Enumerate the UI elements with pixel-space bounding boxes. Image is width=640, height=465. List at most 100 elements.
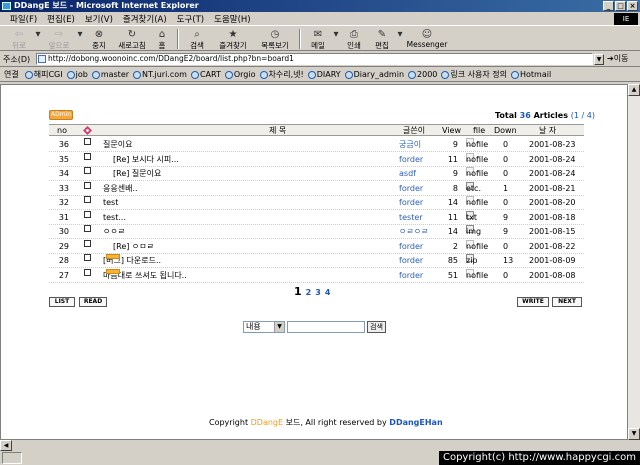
- header-down: Down: [494, 126, 517, 135]
- forward-arrow-icon: ⇨: [54, 28, 64, 40]
- link-item[interactable]: Diary_admin: [344, 70, 404, 79]
- post-date: 2001-08-20: [529, 198, 576, 207]
- row-checkbox[interactable]: [84, 268, 91, 276]
- mail-button[interactable]: ✉ 메일: [304, 27, 332, 51]
- menu-tools[interactable]: 도구(T): [177, 13, 204, 25]
- row-checkbox[interactable]: [84, 196, 91, 203]
- forward-button[interactable]: ⇨ 앞으로: [42, 27, 76, 51]
- ie-page-icon: [259, 70, 268, 79]
- link-item[interactable]: 링크 사용자 정의: [441, 69, 507, 80]
- writer-link[interactable]: forder: [399, 269, 423, 282]
- minimize-button[interactable]: _: [603, 1, 614, 11]
- admin-button[interactable]: ADmin: [49, 110, 73, 120]
- link-item[interactable]: job: [66, 70, 88, 79]
- view-count: 9: [452, 140, 458, 149]
- list-button[interactable]: LIST: [49, 297, 75, 307]
- search-button[interactable]: ⌕ 검색: [182, 27, 212, 51]
- row-checkbox[interactable]: [84, 239, 91, 247]
- row-number: 27: [58, 270, 69, 280]
- menu-favorites[interactable]: 즐겨찾기(A): [123, 13, 167, 25]
- address-dropdown[interactable]: ▼: [594, 54, 604, 65]
- view-count: 8: [452, 183, 458, 193]
- row-number: 33: [58, 183, 69, 193]
- link-item[interactable]: DIARY: [307, 70, 341, 79]
- writer-link[interactable]: forder: [399, 182, 423, 195]
- row-checkbox[interactable]: [84, 254, 91, 261]
- search-icon: ⌕: [194, 28, 200, 40]
- link-item[interactable]: 2000: [408, 70, 437, 79]
- mail-icon: ✉: [313, 28, 323, 40]
- link-item[interactable]: CART: [190, 70, 221, 79]
- next-button[interactable]: NEXT: [552, 297, 582, 307]
- history-button[interactable]: ◷ 목록보기: [254, 27, 296, 51]
- view-count: 2: [452, 241, 458, 251]
- close-button[interactable]: ×: [627, 1, 638, 11]
- header-writer: 글쓴이: [403, 126, 426, 135]
- select-all-diamond-icon[interactable]: [83, 126, 92, 135]
- vertical-scrollbar[interactable]: ▲ ▼: [628, 84, 640, 440]
- scroll-up-button[interactable]: ▲: [628, 84, 640, 96]
- writer-link[interactable]: forder: [399, 240, 423, 253]
- post-date: 2001-08-15: [529, 227, 576, 236]
- menu-file[interactable]: 파일(F): [10, 13, 37, 25]
- scroll-left-button[interactable]: ◀: [0, 440, 12, 451]
- messenger-button[interactable]: ☺ Messenger: [404, 27, 450, 51]
- page-link[interactable]: 3: [315, 288, 321, 297]
- back-dropdown[interactable]: ▾: [34, 27, 42, 51]
- link-item[interactable]: NT.juri.com: [133, 70, 187, 79]
- table-header: no 제 목 글쓴이 View file Down 날 자: [49, 124, 584, 136]
- search-submit-button[interactable]: 검색: [367, 321, 386, 333]
- link-item[interactable]: Hotmail: [510, 70, 551, 79]
- menu-help[interactable]: 도움말(H): [214, 13, 250, 25]
- address-input[interactable]: http://dobong.woonoinc.com/DDangE2/board…: [36, 53, 593, 65]
- page-link[interactable]: 2: [306, 288, 312, 297]
- link-item[interactable]: 차수리,넷!: [259, 69, 304, 80]
- search-field-select[interactable]: 내용 ▼: [243, 321, 285, 333]
- menu-edit[interactable]: 편집(E): [47, 13, 75, 25]
- horizontal-scrollbar[interactable]: ◀: [0, 440, 640, 451]
- post-date: 2001-08-08: [529, 270, 576, 280]
- writer-link[interactable]: forder: [399, 153, 423, 166]
- row-checkbox[interactable]: [84, 225, 91, 232]
- read-button[interactable]: READ: [79, 297, 107, 307]
- writer-link[interactable]: asdf: [399, 167, 416, 180]
- print-button[interactable]: ⎙ 인쇄: [340, 27, 368, 51]
- refresh-button[interactable]: ↻ 새로고침: [114, 27, 150, 51]
- favorites-button[interactable]: ★ 즐겨찾기: [212, 27, 254, 51]
- row-checkbox[interactable]: [84, 167, 91, 174]
- refresh-icon: ↻: [127, 28, 137, 40]
- menu-view[interactable]: 보기(V): [85, 13, 113, 25]
- link-item[interactable]: master: [91, 70, 129, 79]
- edit-dropdown[interactable]: ▾: [396, 27, 404, 51]
- page-icon: [38, 55, 46, 63]
- go-label: 이동: [613, 54, 629, 63]
- link-item[interactable]: 해피CGI: [24, 69, 63, 80]
- writer-link[interactable]: forder: [399, 254, 423, 267]
- writer-link[interactable]: ㅇㄹㅇㄹ: [399, 225, 428, 238]
- write-button[interactable]: WRITE: [517, 297, 549, 307]
- row-number: 30: [58, 227, 69, 236]
- home-button[interactable]: ⌂ 홈: [150, 27, 174, 51]
- writer-link[interactable]: 궁금이: [399, 138, 421, 151]
- row-checkbox[interactable]: [84, 152, 91, 160]
- back-button[interactable]: ⇦ 뒤로: [4, 27, 34, 51]
- download-count: 0: [503, 169, 509, 178]
- row-checkbox[interactable]: [84, 210, 91, 218]
- page-link[interactable]: 4: [325, 288, 331, 297]
- header-date: 날 자: [539, 126, 557, 135]
- writer-link[interactable]: forder: [399, 196, 423, 209]
- go-button[interactable]: ➔이동: [607, 53, 628, 65]
- search-input[interactable]: [287, 321, 365, 333]
- header-title: 제 목: [269, 126, 287, 135]
- row-checkbox[interactable]: [84, 181, 91, 189]
- edit-button[interactable]: ✎ 편집: [368, 27, 396, 51]
- row-checkbox[interactable]: [84, 138, 91, 145]
- mail-dropdown[interactable]: ▾: [332, 27, 340, 51]
- download-count: 0: [503, 241, 509, 251]
- maximize-button[interactable]: □: [615, 1, 626, 11]
- stop-button[interactable]: ⊗ 중지: [84, 27, 114, 51]
- link-item[interactable]: Orgio: [224, 70, 256, 79]
- forward-dropdown[interactable]: ▾: [76, 27, 84, 51]
- scroll-down-button[interactable]: ▼: [628, 428, 640, 440]
- writer-link[interactable]: tester: [399, 211, 423, 224]
